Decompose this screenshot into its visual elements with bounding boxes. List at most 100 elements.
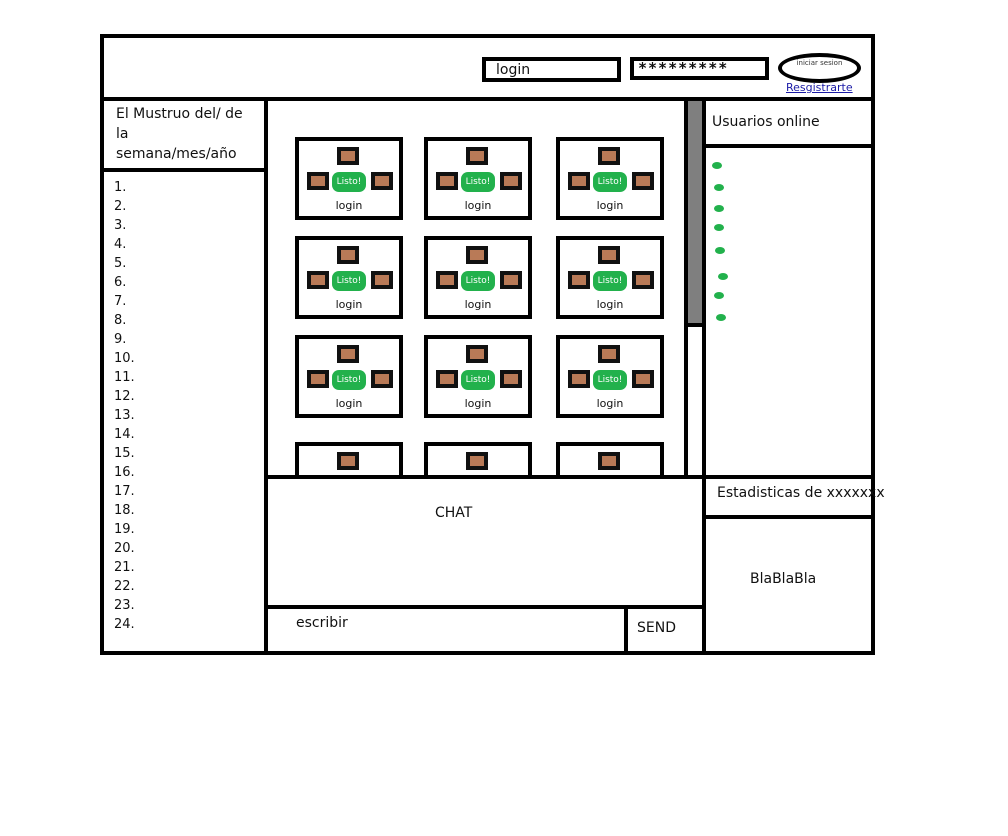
chat-input-placeholder: escribir	[296, 615, 348, 631]
seat-top-icon[interactable]	[598, 147, 620, 165]
table-login-label: login	[464, 199, 492, 212]
seat-left-icon[interactable]	[307, 271, 329, 289]
ranking-item: 9.	[114, 332, 127, 347]
seat-top-icon[interactable]	[337, 147, 359, 165]
game-table-card[interactable]: Listo! login	[556, 335, 664, 418]
seat-right-icon[interactable]	[500, 172, 522, 190]
online-user-indicator[interactable]	[712, 162, 722, 169]
seat-right-icon[interactable]	[632, 370, 654, 388]
ranking-item: 17.	[114, 484, 135, 499]
seat-right-icon[interactable]	[371, 370, 393, 388]
ready-button[interactable]: Listo!	[332, 172, 366, 192]
seat-top-icon[interactable]	[598, 246, 620, 264]
ranking-item: 2.	[114, 199, 127, 214]
seat-right-icon[interactable]	[632, 271, 654, 289]
seat-left-icon[interactable]	[307, 172, 329, 190]
ranking-item: 24.	[114, 617, 135, 632]
send-label: SEND	[637, 620, 676, 636]
table-login-label: login	[596, 397, 624, 410]
seat-left-icon[interactable]	[436, 172, 458, 190]
online-user-indicator[interactable]	[714, 205, 724, 212]
seat-top-icon[interactable]	[466, 246, 488, 264]
game-table-card[interactable]: Listo!login	[424, 442, 532, 475]
ranking-item: 18.	[114, 503, 135, 518]
seat-top-icon[interactable]	[598, 345, 620, 363]
seat-left-icon[interactable]	[568, 370, 590, 388]
ready-button[interactable]: Listo!	[593, 370, 627, 390]
online-user-indicator[interactable]	[714, 292, 724, 299]
seat-top-icon[interactable]	[337, 452, 359, 470]
game-table-card[interactable]: Listo! login	[556, 236, 664, 319]
ranking-item: 19.	[114, 522, 135, 537]
ranking-item: 8.	[114, 313, 127, 328]
ready-button[interactable]: Listo!	[461, 271, 495, 291]
seat-top-icon[interactable]	[337, 345, 359, 363]
tables-area: Listo! login Listo! login Listo! login Listo! l…	[268, 101, 686, 475]
seat-right-icon[interactable]	[500, 370, 522, 388]
ranking-item: 15.	[114, 446, 135, 461]
game-table-card[interactable]: Listo! login	[424, 335, 532, 418]
ranking-item: 3.	[114, 218, 127, 233]
ranking-item: 16.	[114, 465, 135, 480]
password-input[interactable]: *********	[630, 57, 769, 80]
seat-top-icon[interactable]	[598, 452, 620, 470]
seat-right-icon[interactable]	[500, 271, 522, 289]
iniciar-sesion-button[interactable]: iniciar sesion	[778, 53, 861, 83]
seat-left-icon[interactable]	[436, 370, 458, 388]
game-table-card[interactable]: Listo! login	[295, 137, 403, 220]
online-user-indicator[interactable]	[716, 314, 726, 321]
game-table-card[interactable]: Listo! login	[556, 137, 664, 220]
table-login-label: login	[596, 199, 624, 212]
seat-right-icon[interactable]	[371, 271, 393, 289]
online-user-indicator[interactable]	[715, 247, 725, 254]
game-table-card[interactable]: Listo! login	[295, 335, 403, 418]
register-link[interactable]: Resgistrarte	[786, 81, 853, 94]
seat-right-icon[interactable]	[371, 172, 393, 190]
table-login-label: login	[464, 397, 492, 410]
ready-button[interactable]: Listo!	[461, 370, 495, 390]
ranking-item: 10.	[114, 351, 135, 366]
ranking-item: 6.	[114, 275, 127, 290]
seat-top-icon[interactable]	[466, 147, 488, 165]
seat-left-icon[interactable]	[568, 271, 590, 289]
scrollbar-thumb[interactable]	[688, 101, 702, 327]
ranking-item: 5.	[114, 256, 127, 271]
seat-left-icon[interactable]	[436, 271, 458, 289]
ranking-item: 22.	[114, 579, 135, 594]
ranking-item: 7.	[114, 294, 127, 309]
ready-button[interactable]: Listo!	[593, 271, 627, 291]
game-table-card[interactable]: Listo!login	[556, 442, 664, 475]
ready-button[interactable]: Listo!	[461, 172, 495, 192]
iniciar-sesion-label: iniciar sesion	[796, 59, 843, 67]
ranking-item: 20.	[114, 541, 135, 556]
seat-top-icon[interactable]	[466, 452, 488, 470]
ranking-item: 14.	[114, 427, 135, 442]
ranking-item: 23.	[114, 598, 135, 613]
seat-left-icon[interactable]	[307, 370, 329, 388]
ranking-item: 1.	[114, 180, 127, 195]
users-list-box	[702, 144, 875, 479]
online-user-indicator[interactable]	[718, 273, 728, 280]
chat-box	[264, 475, 706, 609]
seat-top-icon[interactable]	[337, 246, 359, 264]
ready-button[interactable]: Listo!	[332, 271, 366, 291]
table-login-label: login	[596, 298, 624, 311]
table-login-label: login	[335, 397, 363, 410]
table-login-label: login	[464, 298, 492, 311]
ranking-title: El Mustruo del/ de la semana/mes/año	[116, 106, 243, 162]
game-table-card[interactable]: Listo! login	[424, 137, 532, 220]
ready-button[interactable]: Listo!	[593, 172, 627, 192]
table-login-label: login	[335, 298, 363, 311]
login-input[interactable]: login	[482, 57, 621, 82]
game-table-card[interactable]: Listo! login	[295, 236, 403, 319]
ready-button[interactable]: Listo!	[332, 370, 366, 390]
table-login-label: login	[335, 199, 363, 212]
ranking-item: 13.	[114, 408, 135, 423]
game-table-card[interactable]: Listo!login	[295, 442, 403, 475]
seat-right-icon[interactable]	[632, 172, 654, 190]
game-table-card[interactable]: Listo! login	[424, 236, 532, 319]
online-user-indicator[interactable]	[714, 184, 724, 191]
seat-left-icon[interactable]	[568, 172, 590, 190]
seat-top-icon[interactable]	[466, 345, 488, 363]
online-user-indicator[interactable]	[714, 224, 724, 231]
